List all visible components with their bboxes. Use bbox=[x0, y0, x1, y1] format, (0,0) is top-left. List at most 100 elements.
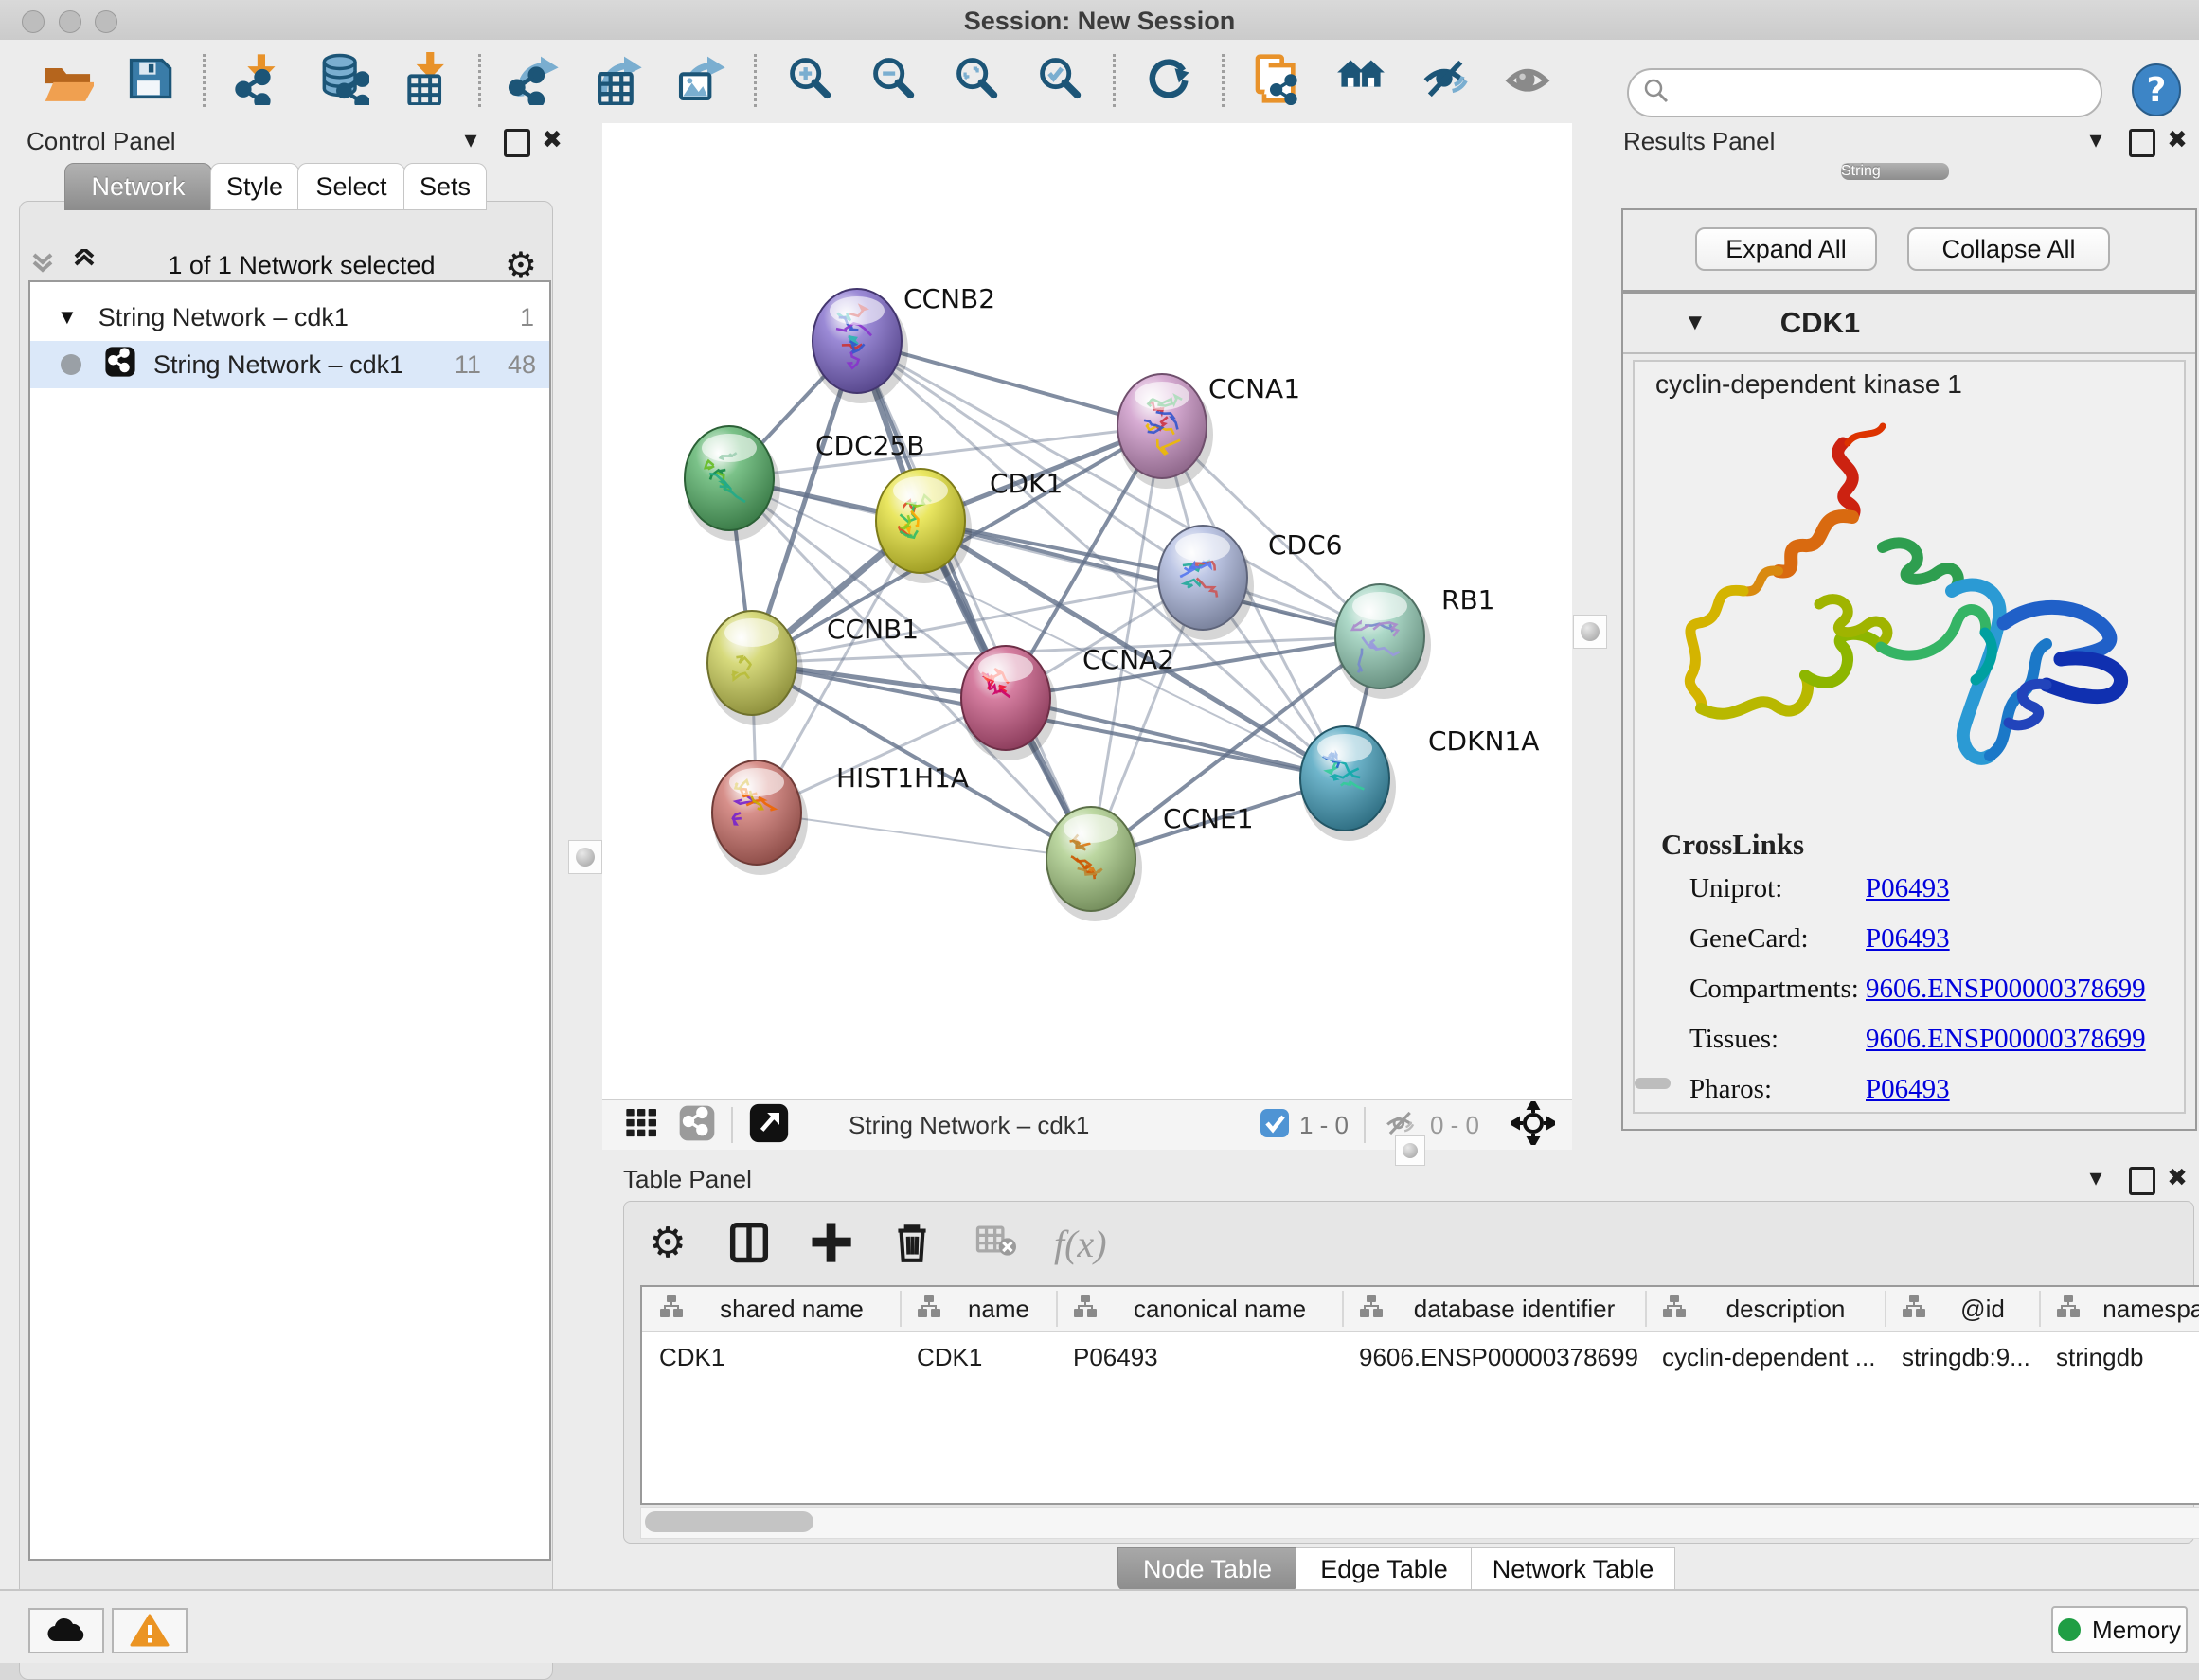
search-box[interactable] bbox=[1627, 68, 2102, 117]
control-panel-float-icon[interactable]: ▾ bbox=[455, 125, 487, 154]
delete-table-button[interactable] bbox=[969, 1217, 1022, 1270]
network-view-title: String Network – cdk1 bbox=[849, 1111, 1089, 1140]
expand-all-networks-icon[interactable] bbox=[70, 249, 98, 282]
hide-selected-button[interactable] bbox=[1414, 50, 1475, 111]
node-CCNE1[interactable]: CCNE1 bbox=[1046, 803, 1254, 921]
import-network-button[interactable] bbox=[228, 50, 289, 111]
table-cell[interactable]: cyclin-dependent ... bbox=[1662, 1336, 1883, 1378]
tab-sets[interactable]: Sets bbox=[403, 163, 487, 210]
zoom-selected-button[interactable] bbox=[1029, 50, 1090, 111]
column-header-namespace[interactable]: namespace bbox=[2039, 1287, 2199, 1331]
tab-edge-table[interactable]: Edge Table bbox=[1296, 1547, 1473, 1591]
table-panel-close-icon[interactable]: ✖ bbox=[2161, 1163, 2193, 1192]
control-panel-maximize-icon[interactable] bbox=[504, 129, 530, 162]
fit-content-crosshair-icon[interactable] bbox=[1511, 1101, 1555, 1150]
export-network-button[interactable] bbox=[504, 50, 564, 111]
cloud-button[interactable] bbox=[28, 1608, 104, 1653]
table-cell[interactable]: CDK1 bbox=[917, 1336, 1054, 1378]
warning-button[interactable] bbox=[112, 1608, 188, 1653]
delete-column-button[interactable] bbox=[887, 1217, 937, 1270]
node-CDKN1A[interactable]: CDKN1A bbox=[1300, 725, 1539, 841]
tab-node-table[interactable]: Node Table bbox=[1117, 1547, 1297, 1591]
column-header-description[interactable]: description bbox=[1645, 1287, 1885, 1331]
results-panel-maximize-icon[interactable] bbox=[2129, 129, 2155, 162]
crosslink-value-link[interactable]: P06493 bbox=[1866, 923, 1950, 955]
network-node-count: 11 bbox=[455, 350, 481, 380]
node-CDK1[interactable]: CDK1 bbox=[876, 468, 1063, 583]
import-database-button[interactable] bbox=[312, 50, 372, 111]
column-header--id[interactable]: @id bbox=[1885, 1287, 2039, 1331]
add-column-button[interactable] bbox=[806, 1217, 855, 1270]
right-splitter-handle[interactable] bbox=[1573, 615, 1607, 649]
expand-all-button[interactable]: Expand All bbox=[1695, 227, 1877, 271]
network-row[interactable]: String Network – cdk1 11 48 bbox=[30, 341, 549, 388]
crosslink-value-link[interactable]: P06493 bbox=[1866, 873, 1950, 904]
node-CDC6[interactable]: CDC6 bbox=[1158, 526, 1342, 640]
zoom-in-button[interactable] bbox=[779, 50, 840, 111]
refresh-view-button[interactable] bbox=[1138, 50, 1199, 111]
table-cell[interactable]: CDK1 bbox=[659, 1336, 898, 1378]
network-label: String Network – cdk1 bbox=[153, 350, 403, 380]
selected-checkbox-icon[interactable] bbox=[1260, 1108, 1290, 1143]
tab-select[interactable]: Select bbox=[297, 163, 405, 210]
table-panel-float-icon[interactable]: ▾ bbox=[2080, 1163, 2112, 1192]
birdseye-view-icon[interactable] bbox=[748, 1102, 790, 1149]
tab-network-table[interactable]: Network Table bbox=[1471, 1547, 1675, 1591]
table-cell[interactable]: P06493 bbox=[1073, 1336, 1340, 1378]
grid-view-icon[interactable] bbox=[623, 1104, 661, 1147]
crosslink-value-link[interactable]: P06493 bbox=[1866, 1074, 1950, 1105]
column-header-name[interactable]: name bbox=[900, 1287, 1056, 1331]
table-panel-maximize-icon[interactable] bbox=[2129, 1167, 2155, 1200]
zoom-out-button[interactable] bbox=[863, 50, 923, 111]
network-canvas[interactable]: CCNB2 CCNA1 CDC25B CDK1 CDC6 RB1 CCNB1 C… bbox=[602, 123, 1572, 1099]
collapse-all-button[interactable]: Collapse All bbox=[1907, 227, 2110, 271]
results-hscroll-thumb[interactable] bbox=[1635, 1078, 1671, 1089]
show-all-button[interactable] bbox=[1497, 50, 1558, 111]
string-network-graph[interactable]: CCNB2 CCNA1 CDC25B CDK1 CDC6 RB1 CCNB1 C… bbox=[602, 123, 1572, 1099]
show-columns-button[interactable] bbox=[724, 1217, 774, 1270]
open-session-button[interactable] bbox=[36, 50, 97, 111]
search-input[interactable] bbox=[1671, 79, 2101, 108]
table-settings-button[interactable]: ⚙ bbox=[643, 1217, 692, 1270]
export-table-button[interactable] bbox=[587, 50, 648, 111]
tab-string[interactable]: String bbox=[1841, 163, 1949, 180]
gene-entry-header[interactable]: ▼ CDK1 bbox=[1623, 294, 2195, 354]
table-cell[interactable]: stringdb:9... bbox=[1902, 1336, 2037, 1378]
table-hscroll-thumb[interactable] bbox=[645, 1511, 813, 1532]
results-panel-float-icon[interactable]: ▾ bbox=[2080, 125, 2112, 154]
collapse-all-networks-icon[interactable] bbox=[28, 249, 57, 282]
copy-network-button[interactable] bbox=[1247, 50, 1308, 111]
table-cell[interactable]: stringdb bbox=[2056, 1336, 2199, 1378]
network-collection-row[interactable]: ▼ String Network – cdk1 1 bbox=[30, 294, 549, 341]
export-image-button[interactable] bbox=[670, 50, 731, 111]
entry-collapse-icon[interactable]: ▼ bbox=[1684, 310, 1707, 336]
table-panel-body: ⚙ f(x) shared name name canonical name da… bbox=[623, 1201, 2194, 1544]
column-header-canonical-name[interactable]: canonical name bbox=[1056, 1287, 1342, 1331]
control-panel-close-icon[interactable]: ✖ bbox=[536, 125, 568, 154]
delete-column-icon bbox=[888, 1217, 936, 1271]
tab-style[interactable]: Style bbox=[210, 163, 299, 210]
tab-network[interactable]: Network bbox=[64, 163, 212, 210]
table-cell[interactable]: 9606.ENSP00000378699 bbox=[1359, 1336, 1643, 1378]
save-session-button[interactable] bbox=[119, 50, 180, 111]
left-splitter-handle[interactable] bbox=[568, 840, 602, 874]
function-builder-button[interactable]: f(x) bbox=[1054, 1217, 1107, 1270]
table-hscrollbar[interactable] bbox=[640, 1507, 2199, 1539]
network-view-toolbar: String Network – cdk1 1 - 0 0 - 0 bbox=[602, 1099, 1572, 1150]
help-button[interactable]: ? bbox=[2129, 63, 2184, 122]
node-RB1[interactable]: RB1 bbox=[1335, 584, 1494, 699]
crosslink-value-link[interactable]: 9606.ENSP00000378699 bbox=[1866, 974, 2146, 1005]
column-header-database-identifier[interactable]: database identifier bbox=[1342, 1287, 1645, 1331]
home-view-button[interactable] bbox=[1331, 50, 1391, 111]
import-table-button[interactable] bbox=[395, 50, 456, 111]
zoom-fit-button[interactable] bbox=[946, 50, 1007, 111]
crosslink-value-link[interactable]: 9606.ENSP00000378699 bbox=[1866, 1024, 2146, 1055]
node-table[interactable]: shared name name canonical name database… bbox=[640, 1285, 2199, 1505]
network-share-badge-icon[interactable] bbox=[678, 1104, 716, 1147]
column-header-shared-name[interactable]: shared name bbox=[642, 1287, 900, 1331]
node-HIST1H1A[interactable]: HIST1H1A bbox=[712, 760, 969, 875]
node-CCNB2[interactable]: CCNB2 bbox=[813, 283, 995, 403]
collection-expand-icon[interactable]: ▼ bbox=[57, 305, 78, 330]
results-panel-close-icon[interactable]: ✖ bbox=[2161, 125, 2193, 154]
memory-button[interactable]: Memory bbox=[2051, 1606, 2188, 1653]
